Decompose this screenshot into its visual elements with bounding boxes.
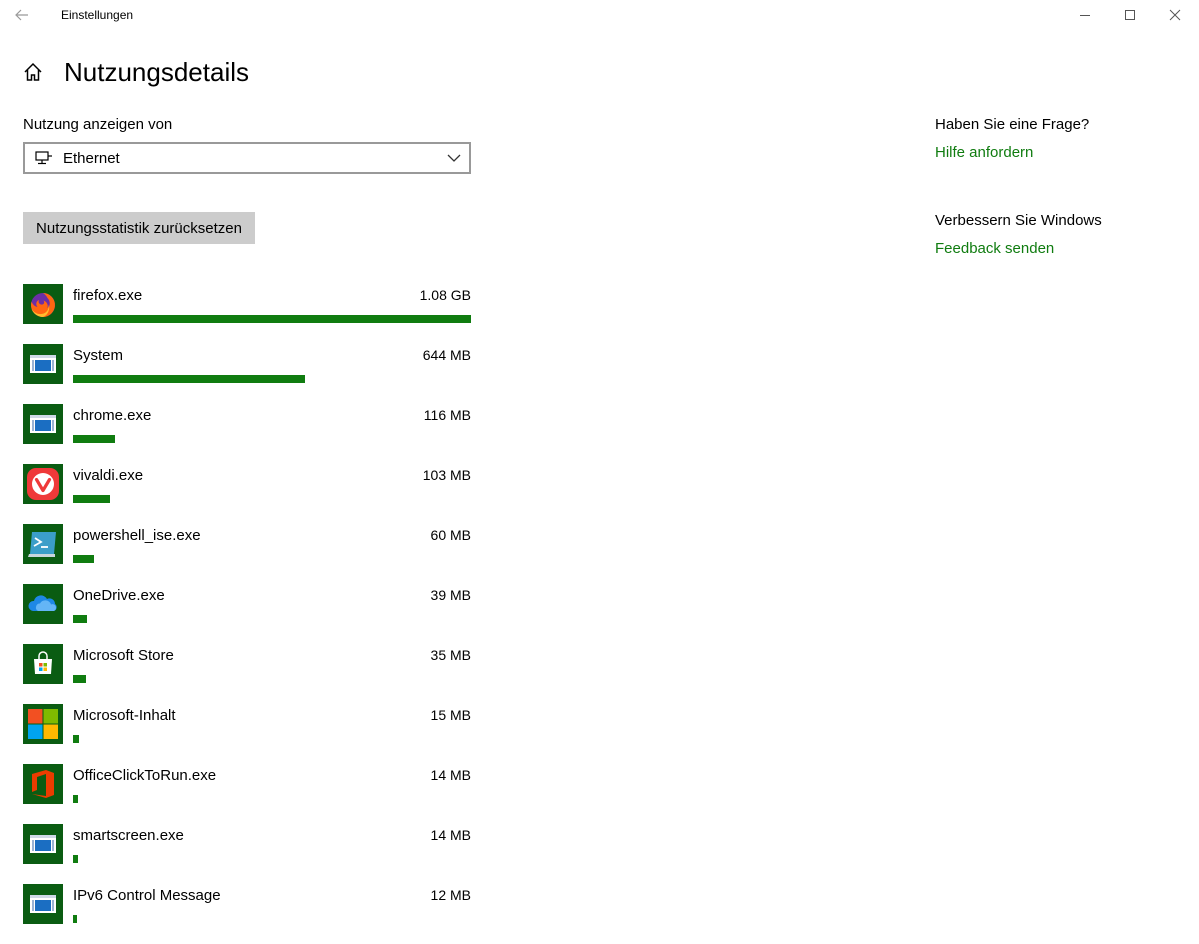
usage-bar bbox=[73, 435, 115, 443]
close-icon bbox=[1169, 9, 1181, 21]
app-row[interactable]: chrome.exe 116 MB bbox=[23, 404, 471, 464]
help-link[interactable]: Hilfe anfordern bbox=[935, 144, 1033, 161]
improve-heading: Verbessern Sie Windows bbox=[935, 212, 1102, 229]
question-heading: Haben Sie eine Frage? bbox=[935, 116, 1090, 133]
feedback-link[interactable]: Feedback senden bbox=[935, 240, 1054, 257]
app-usage-size: 35 MB bbox=[430, 647, 471, 663]
app-usage-list: firefox.exe 1.08 GB System 644 MB chrome.exe… bbox=[23, 284, 471, 944]
app-name: Microsoft-Inhalt bbox=[73, 707, 176, 724]
app-name: Microsoft Store bbox=[73, 647, 174, 664]
app-row[interactable]: System 644 MB bbox=[23, 344, 471, 404]
app-usage-size: 14 MB bbox=[430, 827, 471, 843]
window-title: Einstellungen bbox=[61, 8, 134, 22]
app-row[interactable]: vivaldi.exe 103 MB bbox=[23, 464, 471, 524]
page-title: Nutzungsdetails bbox=[64, 56, 249, 87]
system-app-icon bbox=[23, 824, 63, 864]
usage-bar bbox=[73, 915, 77, 923]
app-row[interactable]: smartscreen.exe 14 MB bbox=[23, 824, 471, 884]
microsoft-logo-icon bbox=[23, 704, 63, 744]
show-usage-label: Nutzung anzeigen von bbox=[23, 116, 173, 133]
close-button[interactable] bbox=[1153, 0, 1197, 30]
maximize-button[interactable] bbox=[1108, 0, 1152, 30]
reset-stats-button[interactable]: Nutzungsstatistik zurücksetzen bbox=[23, 212, 255, 244]
app-name: smartscreen.exe bbox=[73, 827, 184, 844]
usage-bar bbox=[73, 315, 471, 323]
app-row[interactable]: OfficeClickToRun.exe 14 MB bbox=[23, 764, 471, 824]
home-icon[interactable] bbox=[22, 61, 44, 83]
app-usage-size: 103 MB bbox=[422, 467, 471, 483]
app-row[interactable]: powershell_ise.exe 60 MB bbox=[23, 524, 471, 584]
app-usage-size: 116 MB bbox=[423, 407, 471, 423]
maximize-icon bbox=[1125, 10, 1135, 20]
system-app-icon bbox=[23, 884, 63, 924]
minimize-button[interactable] bbox=[1063, 0, 1107, 30]
usage-bar bbox=[73, 555, 94, 563]
app-name: vivaldi.exe bbox=[73, 467, 144, 484]
app-row[interactable]: firefox.exe 1.08 GB bbox=[23, 284, 471, 344]
app-usage-size: 14 MB bbox=[430, 767, 471, 783]
app-usage-size: 12 MB bbox=[430, 887, 471, 903]
app-usage-size: 39 MB bbox=[430, 587, 471, 603]
app-name: chrome.exe bbox=[73, 407, 152, 424]
usage-bar bbox=[73, 615, 87, 623]
app-name: IPv6 Control Message bbox=[73, 887, 221, 904]
app-name: OneDrive.exe bbox=[73, 587, 165, 604]
app-name: System bbox=[73, 347, 124, 364]
app-usage-size: 644 MB bbox=[422, 347, 471, 363]
back-arrow-icon bbox=[15, 9, 28, 21]
app-name: powershell_ise.exe bbox=[73, 527, 201, 544]
app-row[interactable]: Microsoft Store 35 MB bbox=[23, 644, 471, 704]
firefox-icon bbox=[23, 284, 63, 324]
page-header: Nutzungsdetails bbox=[22, 52, 249, 92]
system-app-icon bbox=[23, 344, 63, 384]
ethernet-icon bbox=[35, 151, 52, 165]
app-name: OfficeClickToRun.exe bbox=[73, 767, 217, 784]
app-usage-size: 1.08 GB bbox=[419, 287, 471, 303]
app-row[interactable]: Microsoft-Inhalt 15 MB bbox=[23, 704, 471, 764]
usage-bar bbox=[73, 795, 78, 803]
usage-bar bbox=[73, 495, 110, 503]
usage-bar bbox=[73, 375, 305, 383]
usage-bar bbox=[73, 675, 86, 683]
store-icon bbox=[23, 644, 63, 684]
title-bar: Einstellungen bbox=[0, 0, 1199, 30]
app-row[interactable]: IPv6 Control Message 12 MB bbox=[23, 884, 471, 944]
minimize-icon bbox=[1080, 15, 1090, 16]
vivaldi-icon bbox=[23, 464, 63, 504]
chevron-down-icon bbox=[447, 154, 461, 162]
app-usage-size: 60 MB bbox=[430, 527, 471, 543]
app-name: firefox.exe bbox=[73, 287, 143, 304]
powershell-icon bbox=[23, 524, 63, 564]
app-row[interactable]: OneDrive.exe 39 MB bbox=[23, 584, 471, 644]
back-button[interactable] bbox=[8, 4, 36, 26]
app-usage-size: 15 MB bbox=[430, 707, 471, 723]
network-select[interactable]: Ethernet bbox=[23, 142, 471, 174]
onedrive-icon bbox=[23, 584, 63, 624]
selected-network: Ethernet bbox=[63, 149, 120, 167]
usage-bar bbox=[73, 855, 78, 863]
office-icon bbox=[23, 764, 63, 804]
system-app-icon bbox=[23, 404, 63, 444]
usage-bar bbox=[73, 735, 79, 743]
